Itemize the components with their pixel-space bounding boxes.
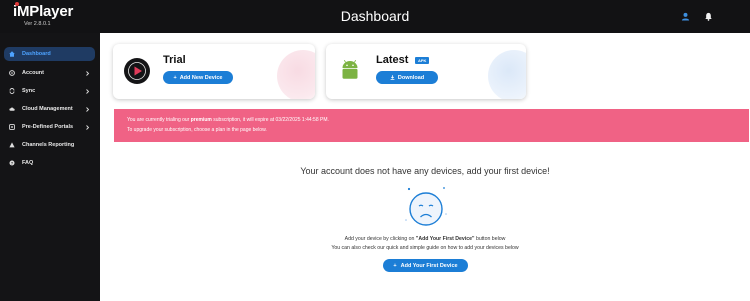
report-icon [9, 142, 15, 148]
sidebar-item-label: Pre-Defined Portals [22, 124, 74, 130]
sad-face-icon [405, 187, 447, 226]
chevron-right-icon [86, 106, 90, 112]
sidebar-item-label: Sync [22, 88, 36, 94]
empty-state-hint-2: You can also check our quick and simple … [331, 245, 519, 251]
sidebar-item-sync[interactable]: Sync [4, 84, 95, 98]
trial-card: Trial + Add New Device [113, 44, 315, 99]
add-first-device-label: Add Your First Device [400, 262, 458, 269]
sidebar-item-channels-reporting[interactable]: Channels Reporting [4, 138, 95, 152]
sidebar-item-label: Cloud Management [22, 106, 73, 112]
trial-alert: You are currently trialing our premium s… [114, 109, 749, 142]
gear-icon [9, 70, 15, 76]
latest-card: Latest APK Download [326, 44, 526, 99]
main-content: Trial + Add New Device Latest APK Downlo… [100, 33, 750, 301]
add-new-device-label: Add New Device [179, 74, 223, 81]
latest-title: Latest [376, 54, 409, 66]
plus-icon: + [393, 262, 397, 269]
page-title: Dashboard [340, 8, 410, 24]
chevron-right-icon [86, 124, 90, 130]
empty-state-hint-1: Add your device by clicking on "Add Your… [344, 236, 506, 242]
alert-line-2: To upgrade your subscription, choose a p… [127, 127, 267, 133]
sidebar-item-label: Account [22, 70, 44, 76]
card-decoration [277, 50, 315, 99]
android-icon [342, 59, 358, 79]
empty-state-title: Your account does not have any devices, … [300, 166, 550, 176]
top-bar: iMPlayer Ver 2.8.0.1 Dashboard [0, 0, 750, 33]
download-button[interactable]: Download [376, 71, 438, 84]
sidebar-item-label: Dashboard [22, 51, 51, 57]
sidebar: Dashboard Account Sync Cloud Management … [0, 33, 100, 301]
alert-line-1: You are currently trialing our premium s… [127, 117, 329, 123]
sidebar-item-dashboard[interactable]: Dashboard [4, 47, 95, 61]
card-decoration [488, 50, 526, 99]
sidebar-item-pre-defined-portals[interactable]: Pre-Defined Portals [4, 120, 95, 134]
home-icon [9, 51, 15, 57]
sidebar-item-cloud-management[interactable]: Cloud Management [4, 102, 95, 116]
bell-icon[interactable] [704, 12, 713, 21]
download-icon [390, 75, 395, 80]
add-new-device-button[interactable]: + Add New Device [163, 71, 233, 84]
cloud-icon [9, 107, 15, 111]
sidebar-item-label: Channels Reporting [22, 142, 75, 148]
sidebar-item-account[interactable]: Account [4, 66, 95, 80]
sync-icon [9, 88, 15, 94]
chevron-right-icon [86, 70, 90, 76]
apk-badge: APK [415, 57, 430, 64]
add-first-device-button[interactable]: + Add Your First Device [383, 259, 468, 272]
implayer-logo-icon [124, 58, 150, 84]
chevron-right-icon [86, 88, 90, 94]
portal-icon [9, 124, 15, 130]
trial-title: Trial [163, 54, 186, 66]
download-label: Download [397, 74, 425, 81]
plus-icon: + [173, 74, 177, 81]
faq-icon: ? [9, 160, 15, 166]
sidebar-item-label: FAQ [22, 160, 34, 166]
sidebar-item-faq[interactable]: ? FAQ [4, 156, 95, 170]
user-icon[interactable] [681, 12, 690, 21]
